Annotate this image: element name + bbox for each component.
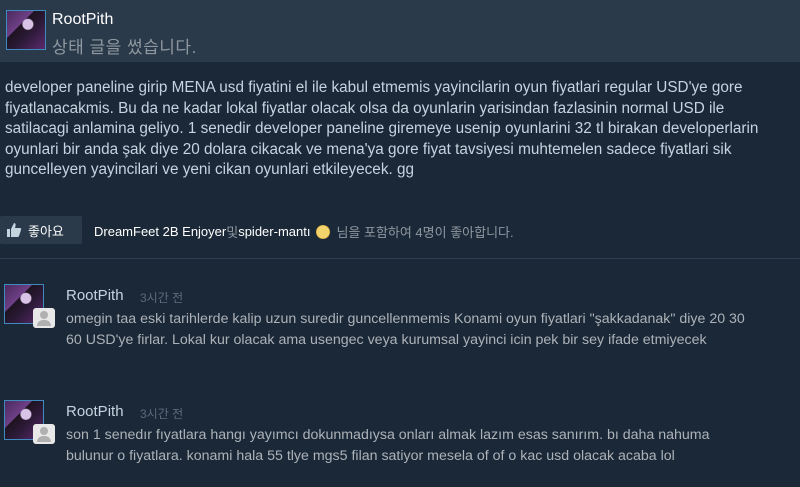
liker-link[interactable]: DreamFeet 2B Enjoyer: [94, 224, 226, 239]
comment-text: son 1 senedır fıyatlara hangı yayımcı do…: [66, 427, 710, 464]
comment-text: omegin taa eski tarihlerde kalip uzun su…: [66, 311, 745, 348]
comment-time: 3시간 전: [140, 291, 184, 305]
comment-author[interactable]: RootPith: [66, 403, 124, 420]
thumbs-up-icon: [7, 223, 22, 237]
user-icon: [33, 308, 55, 328]
post-author[interactable]: RootPith: [52, 11, 113, 29]
comment-author[interactable]: RootPith: [66, 287, 124, 304]
like-button-label: 좋아요: [28, 223, 64, 239]
liker-link[interactable]: spider-mantı: [238, 224, 310, 239]
like-button[interactable]: 좋아요: [0, 216, 82, 244]
likers-separator: 및: [226, 225, 239, 240]
post-header: RootPith 상태 글을 썼습니다.: [0, 0, 800, 62]
likers-list: DreamFeet 2B Enjoyer 및 spider-mantı 님을 포…: [94, 222, 514, 241]
like-row: 좋아요 DreamFeet 2B Enjoyer 및 spider-mantı …: [0, 216, 800, 244]
comment-time: 3시간 전: [140, 407, 184, 421]
user-icon: [33, 424, 55, 444]
divider: [0, 258, 800, 259]
post-action: 상태 글을 썼습니다.: [52, 38, 197, 57]
post-body: developer paneline girip MENA usd fiyati…: [5, 79, 759, 178]
status-post: RootPith 상태 글을 썼습니다. developer paneline …: [0, 0, 800, 487]
author-avatar[interactable]: [6, 10, 46, 50]
emoticon-icon: [316, 224, 331, 239]
likes-summary: 님을 포함하여 4명이 좋아합니다.: [336, 225, 514, 240]
